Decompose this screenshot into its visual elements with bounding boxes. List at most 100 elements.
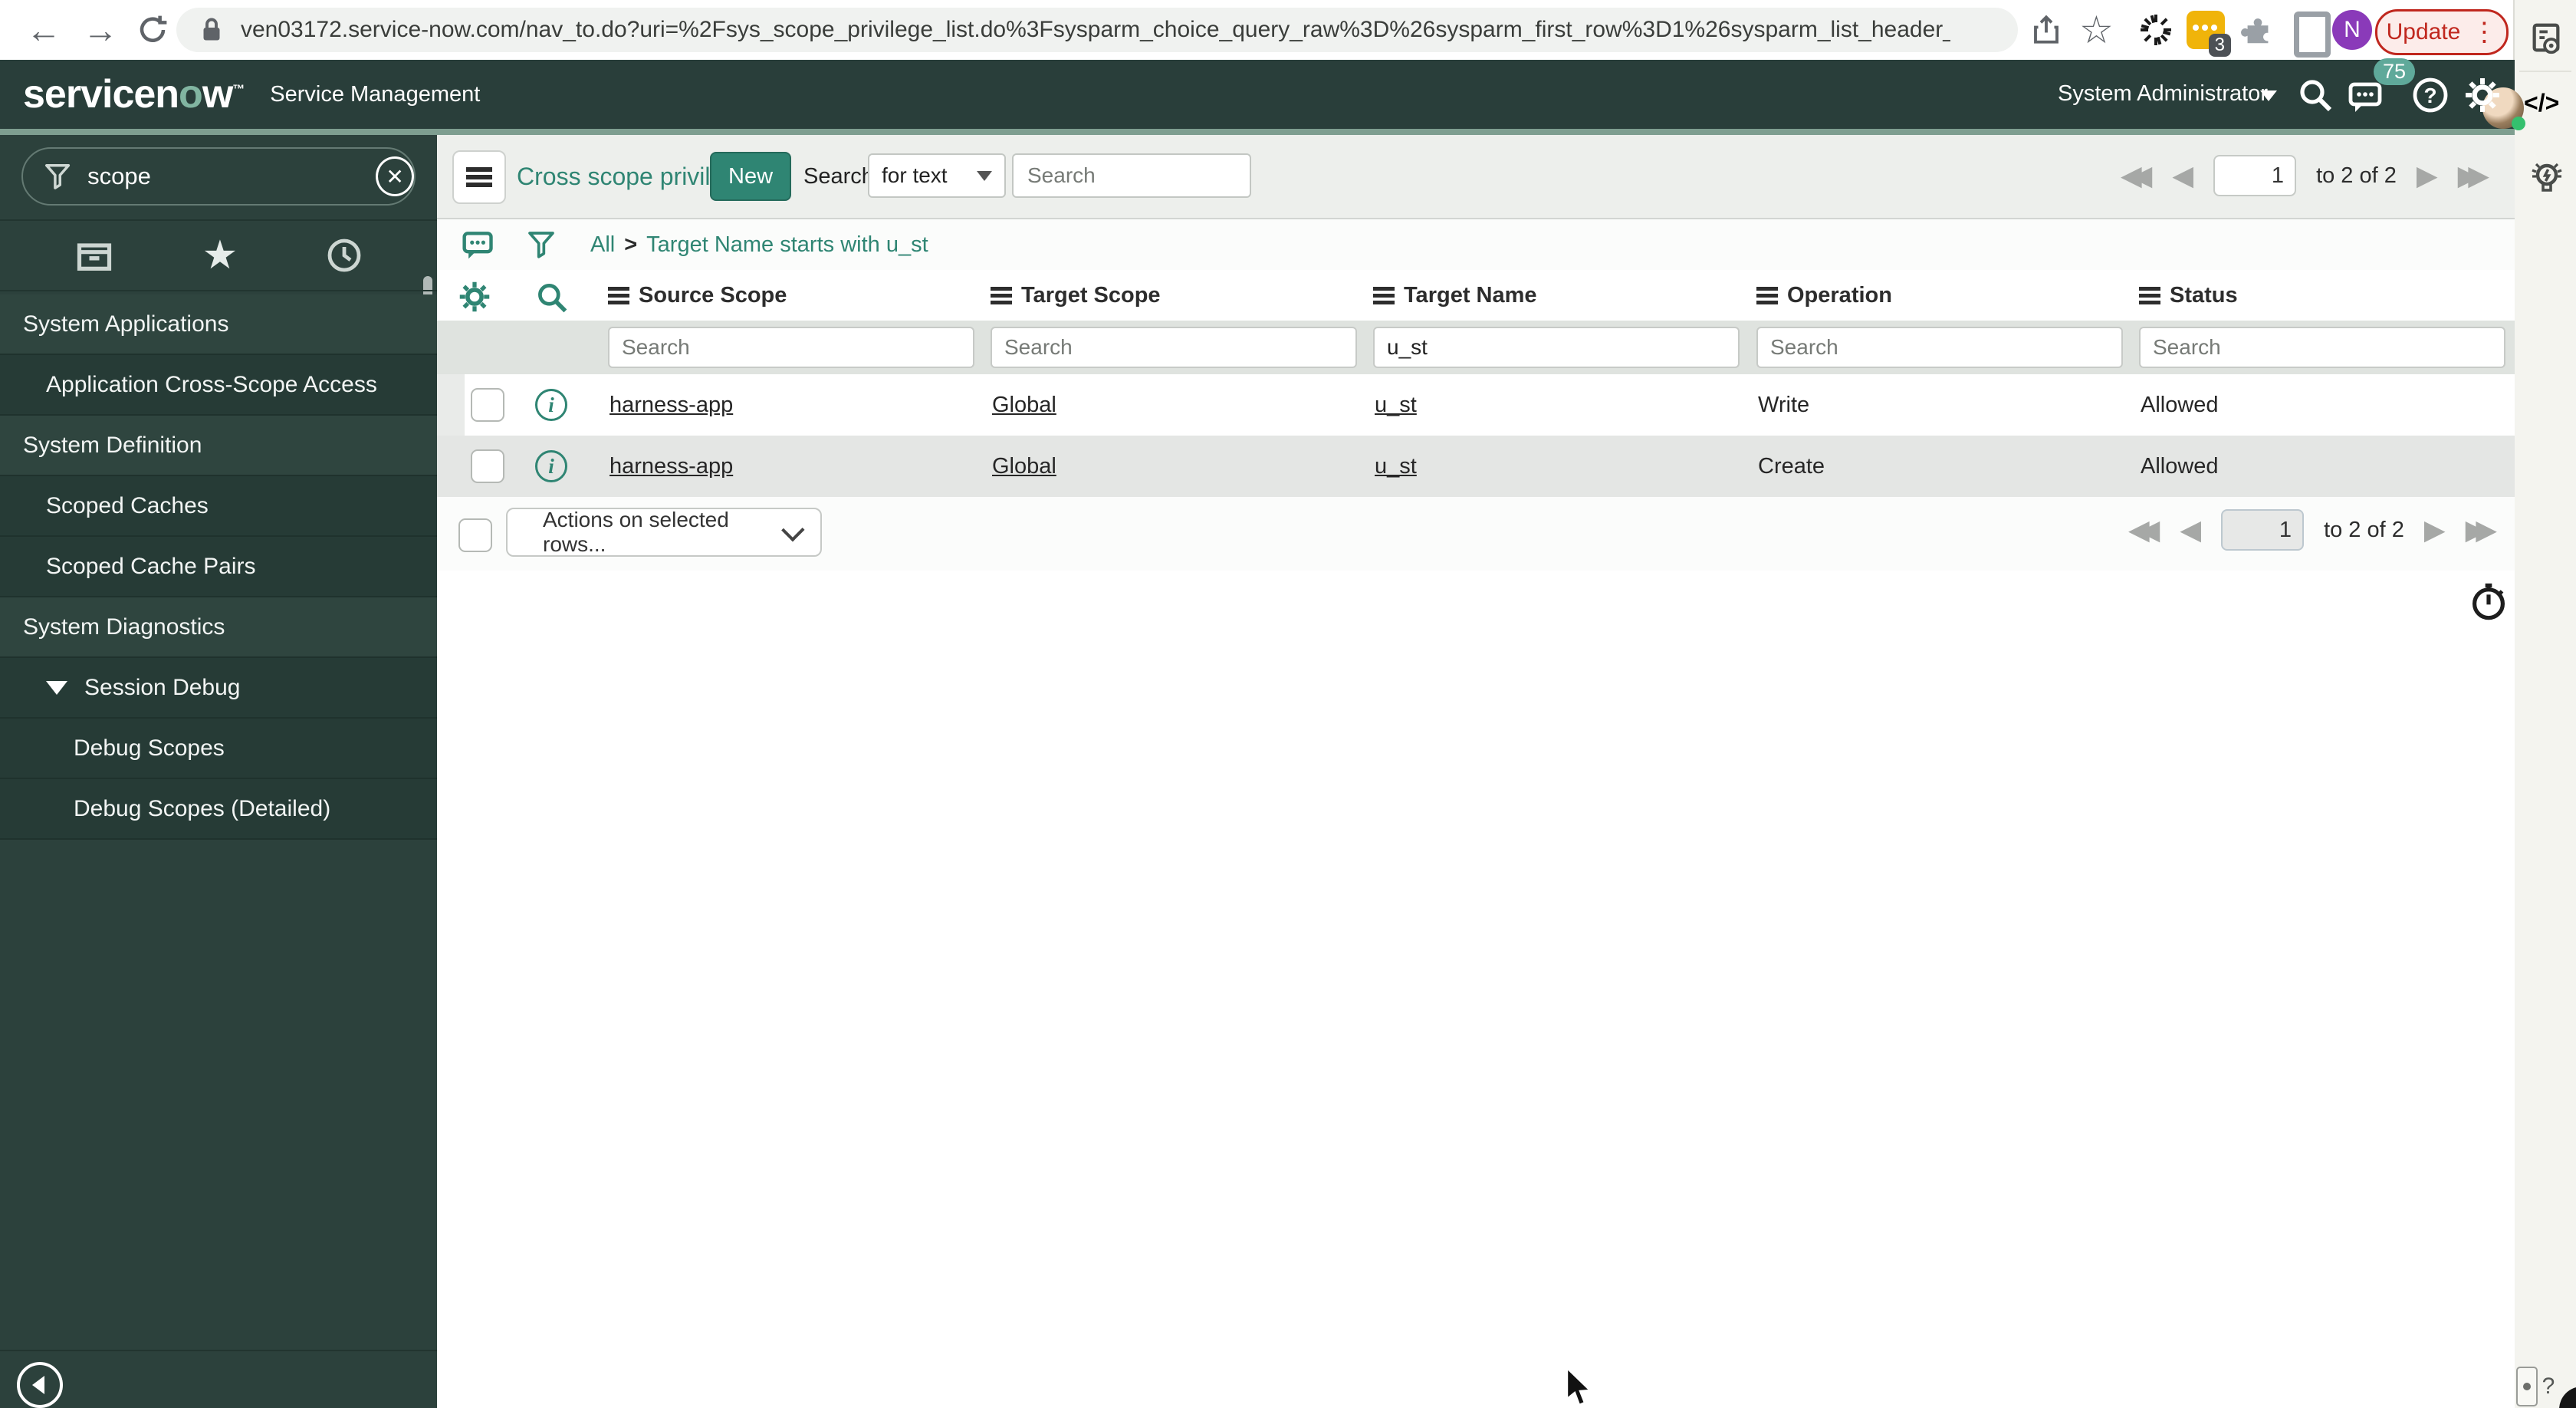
filter-source-scope-input[interactable] (608, 327, 974, 368)
sidepanel-icon[interactable] (2294, 12, 2331, 58)
navigator-filter-input[interactable] (86, 162, 343, 191)
sidebar-item-session-debug[interactable]: Session Debug (0, 658, 437, 719)
browser-menu-dots-icon[interactable]: ⋮ (2471, 19, 2497, 45)
page-number-input[interactable] (2221, 509, 2305, 551)
browser-forward-icon[interactable]: → (83, 0, 118, 60)
chat-badge: 75 (2374, 58, 2416, 85)
column-header-status[interactable]: Status (2139, 283, 2238, 308)
sidebar-item-scoped-caches[interactable]: Scoped Caches (0, 476, 437, 537)
pagination-top: ◀◀ ◀ to 2 of 2 ▶ ▶▶ (2121, 155, 2489, 196)
prev-page-icon[interactable]: ◀ (2180, 516, 2201, 544)
favorites-star-icon[interactable]: ★ (202, 235, 238, 275)
row-info-icon[interactable]: i (535, 389, 567, 421)
select-all-checkbox[interactable] (458, 518, 492, 552)
servicenow-header: servicenow™ Service Management System Ad… (0, 58, 2526, 130)
search-type-select[interactable]: for text (868, 153, 1006, 198)
new-button[interactable]: New (710, 152, 792, 201)
row-info-icon[interactable]: i (535, 450, 567, 482)
filter-target-scope-input[interactable] (991, 327, 1357, 368)
breadcrumb-all-link[interactable]: All (590, 232, 615, 258)
breadcrumb-filter-link[interactable]: Target Name starts with u_st (646, 232, 928, 258)
strip-help-icon[interactable]: ? (2532, 1370, 2565, 1403)
list-context-menu-button[interactable] (452, 150, 506, 204)
column-menu-icon[interactable] (1756, 286, 1778, 304)
column-menu-icon[interactable] (991, 286, 1012, 304)
share-icon[interactable] (2030, 14, 2062, 46)
chat-menu[interactable]: 75 (2348, 58, 2416, 115)
cell-target-scope[interactable]: Global (992, 454, 1056, 479)
chevron-down-icon (781, 518, 805, 542)
row-gutter (437, 374, 465, 436)
sidebar-item-application-cross-scope-access[interactable]: Application Cross-Scope Access (0, 355, 437, 416)
column-menu-icon[interactable] (1373, 286, 1395, 304)
code-panel-icon[interactable]: </> (2524, 89, 2559, 117)
first-page-icon[interactable]: ◀◀ (2121, 162, 2153, 189)
prev-page-icon[interactable]: ◀ (2172, 162, 2193, 189)
cell-source-scope[interactable]: harness-app (610, 454, 733, 479)
user-menu-caret-icon[interactable] (2260, 90, 2277, 101)
list-personalize-gear-icon[interactable] (458, 281, 491, 313)
cell-target-name[interactable]: u_st (1375, 454, 1417, 479)
row-checkbox[interactable] (471, 449, 504, 483)
page-viewer-icon[interactable] (2528, 21, 2564, 57)
browser-profile-avatar[interactable]: N (2332, 10, 2372, 50)
row-checkbox[interactable] (471, 388, 504, 422)
browser-reload-icon[interactable] (136, 14, 169, 46)
column-header-target-name[interactable]: Target Name (1373, 283, 1537, 308)
lock-icon (198, 16, 225, 44)
url-text[interactable]: ven03172.service-now.com/nav_to.do?uri=%… (241, 17, 1950, 43)
filter-target-name-input[interactable] (1373, 327, 1740, 368)
filter-operation-input[interactable] (1756, 327, 2123, 368)
cell-target-name[interactable]: u_st (1375, 393, 1417, 418)
last-page-icon[interactable]: ▶▶ (2458, 162, 2490, 189)
breadcrumb-bar: All > Target Name starts with u_st (437, 219, 2515, 270)
bookmark-star-icon[interactable]: ☆ (2079, 0, 2114, 60)
address-bar[interactable]: ven03172.service-now.com/nav_to.do?uri=%… (176, 8, 2018, 52)
list-search-input[interactable] (1012, 153, 1251, 198)
cell-operation: Write (1758, 392, 1810, 417)
sidebar-section-system-applications[interactable]: System Applications (0, 294, 437, 355)
help-icon[interactable] (2412, 77, 2449, 113)
column-header-source-scope[interactable]: Source Scope (608, 283, 787, 308)
sidebar-section-system-definition[interactable]: System Definition (0, 416, 437, 476)
history-clock-icon[interactable] (326, 237, 363, 274)
next-page-icon[interactable]: ▶ (2424, 516, 2446, 544)
cell-target-scope[interactable]: Global (992, 393, 1056, 418)
column-menu-icon[interactable] (2139, 286, 2160, 304)
pagination-range: to 2 of 2 (2324, 517, 2404, 542)
next-page-icon[interactable]: ▶ (2417, 162, 2438, 189)
user-menu[interactable]: System Administrator (2058, 81, 2268, 107)
navigator-filter[interactable]: ✕ (21, 147, 416, 206)
notes-extension-icon[interactable]: 3 (2187, 11, 2231, 57)
global-search-icon[interactable] (2297, 77, 2334, 113)
browser-update-button[interactable]: Update ⋮ (2375, 9, 2509, 55)
spinner-extension-icon[interactable] (2137, 12, 2174, 48)
column-header-target-scope[interactable]: Target Scope (991, 283, 1161, 308)
collapse-sidebar-button[interactable] (17, 1362, 63, 1408)
sidebar-item-debug-scopes[interactable]: Debug Scopes (0, 719, 437, 779)
column-search-toggle-icon[interactable] (535, 281, 569, 314)
sidebar-item-debug-scopes-detailed[interactable]: Debug Scopes (Detailed) (0, 779, 437, 840)
sidebar-item-scoped-cache-pairs[interactable]: Scoped Cache Pairs (0, 537, 437, 597)
list-chat-icon[interactable] (462, 228, 495, 262)
extensions-puzzle-icon[interactable] (2240, 12, 2275, 48)
sidebar-section-system-diagnostics[interactable]: System Diagnostics (0, 597, 437, 658)
all-applications-icon[interactable] (74, 235, 114, 275)
lightbulb-icon[interactable] (2528, 160, 2565, 196)
page-number-input[interactable] (2213, 155, 2297, 196)
column-header-operation[interactable]: Operation (1756, 283, 1892, 308)
breadcrumb-funnel-icon[interactable] (526, 229, 557, 260)
settings-gear-icon[interactable] (2464, 77, 2501, 113)
last-page-icon[interactable]: ▶▶ (2466, 516, 2498, 544)
cell-status: Allowed (2141, 392, 2219, 417)
first-page-icon[interactable]: ◀◀ (2128, 516, 2160, 544)
actions-select[interactable]: Actions on selected rows... (506, 508, 822, 557)
cell-source-scope[interactable]: harness-app (610, 393, 733, 418)
browser-back-icon[interactable]: ← (26, 0, 61, 60)
extension-side-strip: </> ? (2513, 0, 2576, 1408)
filter-status-input[interactable] (2139, 327, 2505, 368)
column-menu-icon[interactable] (608, 286, 629, 304)
response-time-stopwatch-icon[interactable] (2469, 581, 2509, 621)
navigator-tabs: ★ (0, 219, 437, 291)
clear-filter-icon[interactable]: ✕ (376, 156, 414, 196)
